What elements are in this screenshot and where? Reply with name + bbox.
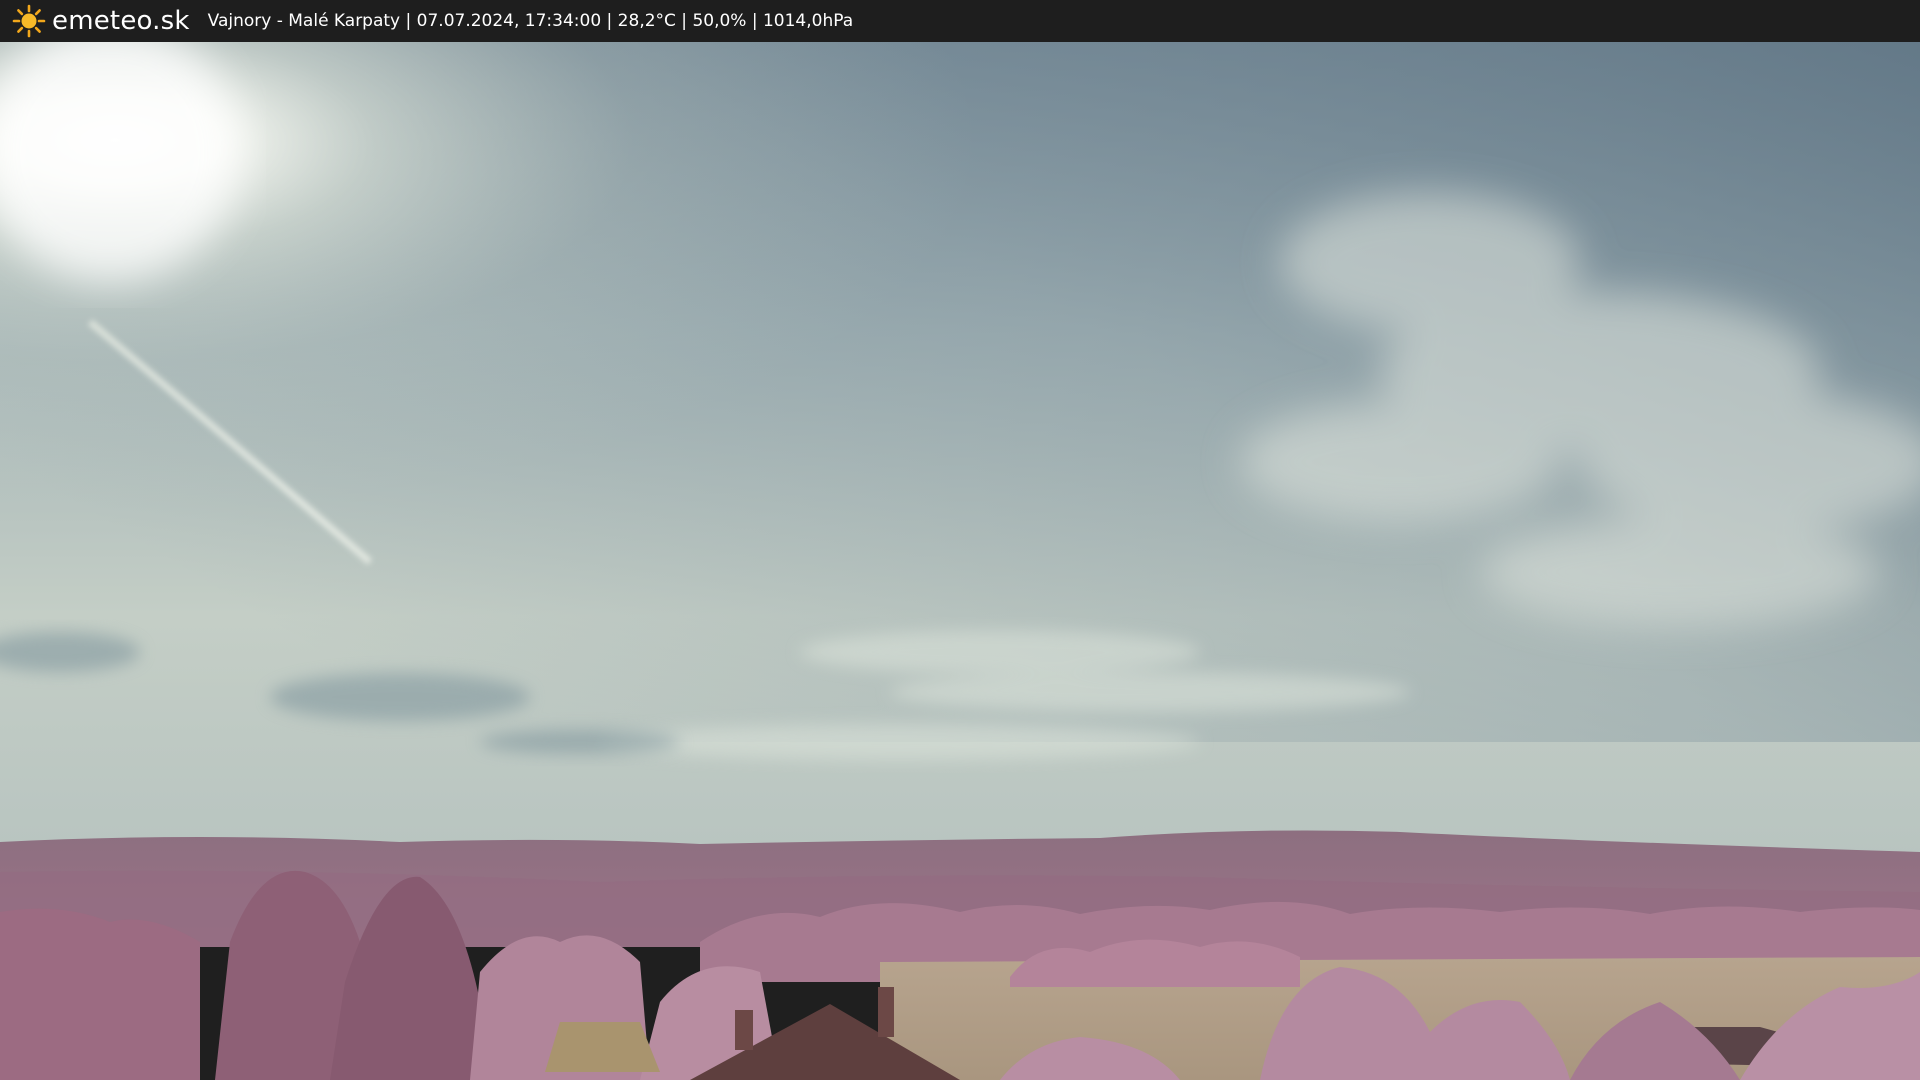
- webcam-image: [0, 42, 1920, 1080]
- logo[interactable]: emeteo.sk: [12, 0, 190, 42]
- brand-name: emeteo.sk: [52, 6, 190, 36]
- station-caption: Vajnory - Malé Karpaty | 07.07.2024, 17:…: [207, 11, 854, 31]
- header-bar: emeteo.sk Vajnory - Malé Karpaty | 07.07…: [0, 0, 1920, 42]
- sun-icon: [12, 4, 46, 38]
- webcam-landscape: [0, 42, 1920, 1080]
